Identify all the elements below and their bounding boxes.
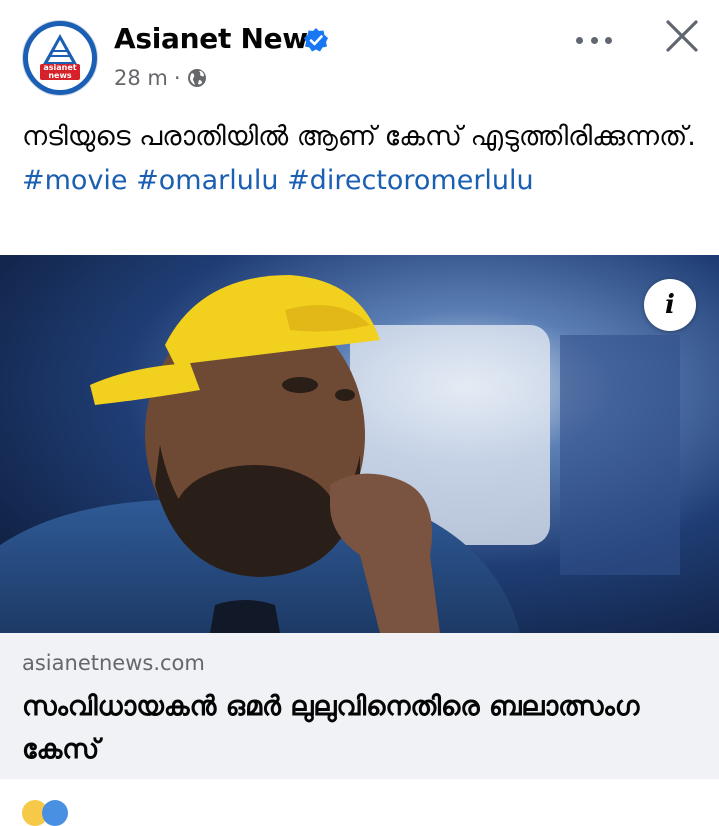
verified-badge-icon — [304, 28, 328, 52]
logo-word-bottom: news — [48, 71, 72, 80]
meta-separator: · — [173, 66, 181, 90]
more-dot-icon — [576, 36, 583, 44]
page-avatar[interactable]: asianet news — [22, 20, 98, 96]
reaction-icons[interactable] — [22, 800, 82, 826]
logo-wordmark: asianet news — [40, 64, 80, 80]
more-dot-icon — [605, 36, 612, 44]
photo-of-man-in-yellow-cap — [0, 255, 719, 633]
info-button[interactable]: i — [644, 279, 696, 331]
asianet-logo-icon — [42, 34, 78, 66]
post-header: asianet news Asianet News 28 m · — [0, 0, 719, 110]
page-name[interactable]: Asianet News — [114, 22, 325, 55]
avatar-logo-bg: asianet news — [28, 26, 92, 90]
close-icon[interactable] — [664, 18, 700, 54]
post-body-text: നടിയുടെ പരാതിയിൽ ആണ് കേസ് എടുത്തിരിക്കുന… — [22, 121, 696, 152]
link-preview-card[interactable]: asianetnews.com സംവിധായകൻ ഒമർ ലുലുവിനെതി… — [0, 633, 719, 779]
more-options-button[interactable] — [576, 34, 612, 46]
globe-icon[interactable] — [187, 68, 207, 88]
hashtag-link[interactable]: #directoromerlulu — [287, 165, 534, 196]
hashtag-link[interactable]: #movie — [22, 165, 128, 196]
post-text: നടിയുടെ പരാതിയിൽ ആണ് കേസ് എടുത്തിരിക്കുന… — [22, 115, 702, 203]
hashtag-link[interactable]: #omarlulu — [136, 165, 278, 196]
more-dot-icon — [590, 36, 598, 44]
post-timestamp[interactable]: 28 m — [114, 66, 168, 90]
link-title: സംവിധായകൻ ഒമർ ലുലുവിനെതിരെ ബലാത്സംഗ കേസ് — [22, 691, 640, 765]
link-preview-image[interactable] — [0, 255, 719, 633]
post-meta: 28 m · — [114, 66, 207, 90]
like-reaction-icon — [42, 800, 68, 826]
link-domain: asianetnews.com — [22, 651, 205, 675]
